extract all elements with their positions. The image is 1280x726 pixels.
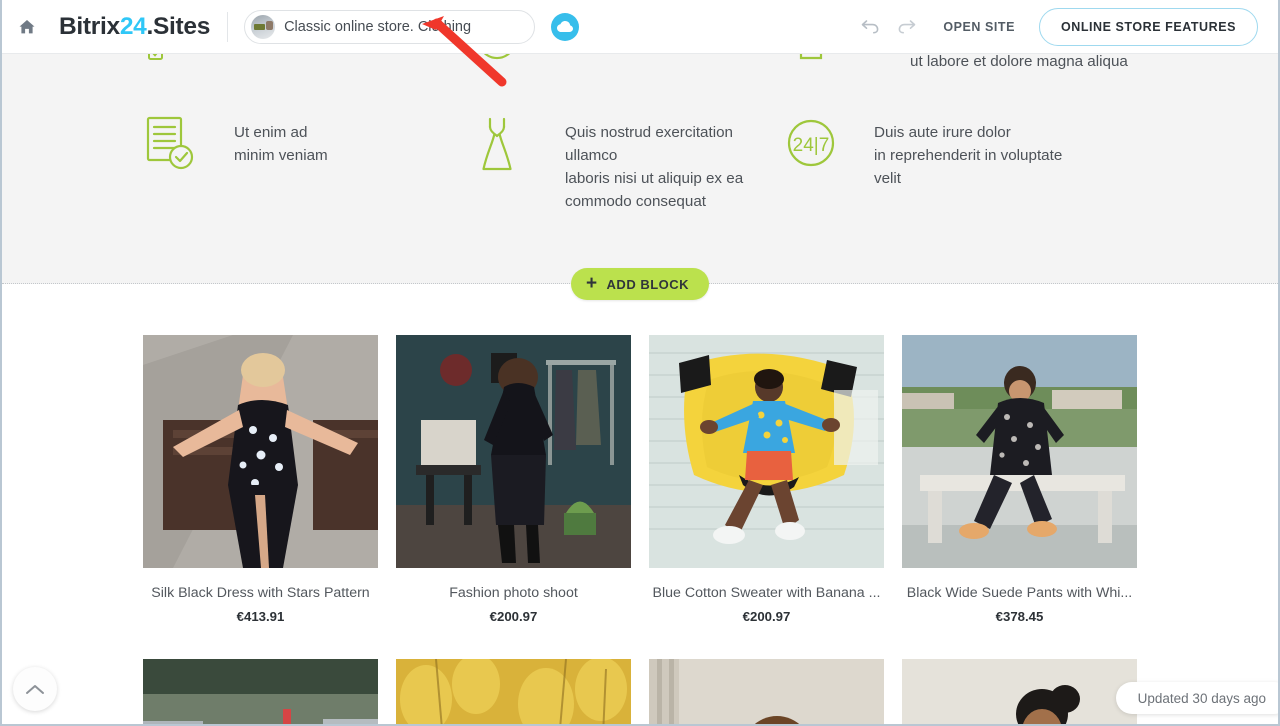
product-card[interactable]: Blue Cotton Sweater with Banana ... €200… bbox=[649, 335, 884, 624]
site-selector[interactable]: Classic online store. Clothing bbox=[244, 9, 536, 44]
document-check-icon bbox=[143, 115, 201, 175]
dress-icon bbox=[468, 115, 526, 175]
feature-text-line: in reprehenderit in voluptate bbox=[874, 147, 1063, 164]
dress-icon-glyph bbox=[482, 117, 512, 171]
product-price: €200.97 bbox=[742, 609, 791, 624]
product-price: €200.97 bbox=[489, 609, 538, 624]
features-row-bottom: Ut enim ad minim veniam Quis nostrud exe… bbox=[2, 115, 1278, 213]
undo-arrow-icon bbox=[861, 20, 879, 34]
add-block-wrapper: + ADD BLOCK bbox=[2, 268, 1278, 300]
cloud-icon[interactable] bbox=[551, 12, 580, 41]
site-selector-label: Classic online store. Clothing bbox=[284, 18, 472, 35]
feature-text-line: velit bbox=[874, 170, 902, 187]
product-card[interactable] bbox=[396, 659, 631, 724]
logo-suffix: .Sites bbox=[146, 12, 211, 40]
product-card[interactable]: Fashion photo shoot €200.97 bbox=[396, 335, 631, 624]
redo-arrow-icon bbox=[898, 20, 916, 34]
product-price: €378.45 bbox=[995, 609, 1044, 624]
support-24-7-icon-glyph: 24|7 bbox=[787, 119, 835, 167]
updated-status-badge: Updated 30 days ago bbox=[1115, 682, 1278, 714]
add-block-label: ADD BLOCK bbox=[606, 276, 690, 292]
features-section: ut labore et dolore magna aliqua bbox=[2, 54, 1278, 284]
feature-text-line: Ut enim ad bbox=[234, 124, 308, 141]
feature-text: Ut enim ad minim veniam bbox=[234, 115, 328, 167]
checkbox-list-icon-glyph bbox=[148, 54, 163, 60]
add-block-button[interactable]: + ADD BLOCK bbox=[570, 268, 710, 300]
woman-sitting-on-park-bench bbox=[902, 335, 1137, 568]
header-divider bbox=[227, 11, 229, 42]
product-price: €413.91 bbox=[236, 609, 285, 624]
app-logo[interactable]: Bitrix24.Sites bbox=[59, 13, 210, 41]
feature-item-dress: Quis nostrud exercitation ullamco labori… bbox=[442, 115, 782, 213]
feature-text-line: laboris nisi ut aliquip ex ea bbox=[565, 170, 744, 187]
header-actions: OPEN SITE ONLINE STORE FEATURES bbox=[855, 7, 1258, 46]
product-image[interactable] bbox=[143, 335, 378, 568]
online-store-features-button[interactable]: ONLINE STORE FEATURES bbox=[1039, 7, 1258, 46]
feature-item-document: Ut enim ad minim veniam bbox=[2, 115, 442, 213]
scroll-to-top-button[interactable] bbox=[13, 667, 57, 711]
product-title: Fashion photo shoot bbox=[449, 585, 578, 601]
svg-text:24|7: 24|7 bbox=[793, 135, 830, 156]
product-card[interactable]: Black Wide Suede Pants with Whi... €378.… bbox=[902, 335, 1137, 624]
app-header: Bitrix24.Sites Classic online store. Clo… bbox=[2, 0, 1278, 54]
product-image[interactable] bbox=[396, 659, 631, 724]
product-title: Silk Black Dress with Stars Pattern bbox=[151, 585, 370, 601]
man-jumping-in-front-of-graffiti-wall bbox=[649, 335, 884, 568]
redo-button[interactable] bbox=[891, 12, 921, 42]
product-image[interactable] bbox=[902, 659, 1137, 724]
product-image[interactable] bbox=[396, 335, 631, 568]
blonde-woman-on-city-street bbox=[143, 659, 378, 724]
home-icon[interactable] bbox=[16, 16, 38, 38]
feature-text-line: minim veniam bbox=[234, 147, 328, 164]
checkbox-list-icon bbox=[143, 54, 201, 70]
box-package-icon-glyph bbox=[799, 54, 823, 60]
home-icon-glyph bbox=[19, 19, 35, 33]
logo-accent: 24 bbox=[119, 12, 147, 40]
feature-text-line: commodo consequat bbox=[565, 193, 706, 210]
product-image[interactable] bbox=[649, 335, 884, 568]
open-site-button[interactable]: OPEN SITE bbox=[943, 20, 1015, 34]
bitrix-sites-editor-window: Bitrix24.Sites Classic online store. Clo… bbox=[0, 0, 1280, 726]
logo-prefix: Bitrix bbox=[59, 12, 120, 40]
site-thumbnail-icon bbox=[251, 14, 276, 39]
product-image[interactable] bbox=[649, 659, 884, 724]
chevron-up-icon bbox=[26, 684, 44, 694]
support-24-7-icon: 24|7 bbox=[782, 115, 840, 175]
model-in-studio-with-clothing-rack bbox=[396, 335, 631, 568]
undo-button[interactable] bbox=[855, 12, 885, 42]
feature-item-support: 24|7 Duis aute irure dolor in reprehende… bbox=[782, 115, 1262, 213]
smile-arc-icon-glyph bbox=[484, 54, 510, 60]
product-grid: Silk Black Dress with Stars Pattern €413… bbox=[143, 335, 1137, 724]
feature-text-line: Quis nostrud exercitation ullamco bbox=[565, 124, 733, 164]
product-card[interactable]: Silk Black Dress with Stars Pattern €413… bbox=[143, 335, 378, 624]
box-package-icon bbox=[782, 54, 840, 70]
product-image[interactable] bbox=[143, 659, 378, 724]
product-title: Blue Cotton Sweater with Banana ... bbox=[652, 585, 881, 601]
curly-hair-woman-autumn-leaves bbox=[396, 659, 631, 724]
products-section: Silk Black Dress with Stars Pattern €413… bbox=[2, 284, 1278, 724]
woman-in-navy-dress-covering-face bbox=[902, 659, 1137, 724]
feature-text-line: Duis aute irure dolor bbox=[874, 124, 1011, 141]
woman-in-yellow-against-beige-wall bbox=[649, 659, 884, 724]
product-card[interactable] bbox=[902, 659, 1137, 724]
smile-arc-icon bbox=[468, 54, 526, 70]
feature-item bbox=[2, 54, 442, 70]
document-check-icon-glyph bbox=[146, 116, 194, 170]
product-card[interactable] bbox=[649, 659, 884, 724]
feature-text: Duis aute irure dolor in reprehenderit i… bbox=[874, 115, 1062, 190]
cloud-icon-glyph bbox=[557, 20, 574, 32]
product-card[interactable] bbox=[143, 659, 378, 724]
feature-text: Quis nostrud exercitation ullamco labori… bbox=[565, 115, 782, 213]
product-title: Black Wide Suede Pants with Whi... bbox=[906, 585, 1133, 601]
model-in-black-star-dress-on-bench bbox=[143, 335, 378, 568]
feature-item bbox=[442, 54, 782, 70]
product-image[interactable] bbox=[902, 335, 1137, 568]
plus-icon: + bbox=[585, 272, 598, 294]
